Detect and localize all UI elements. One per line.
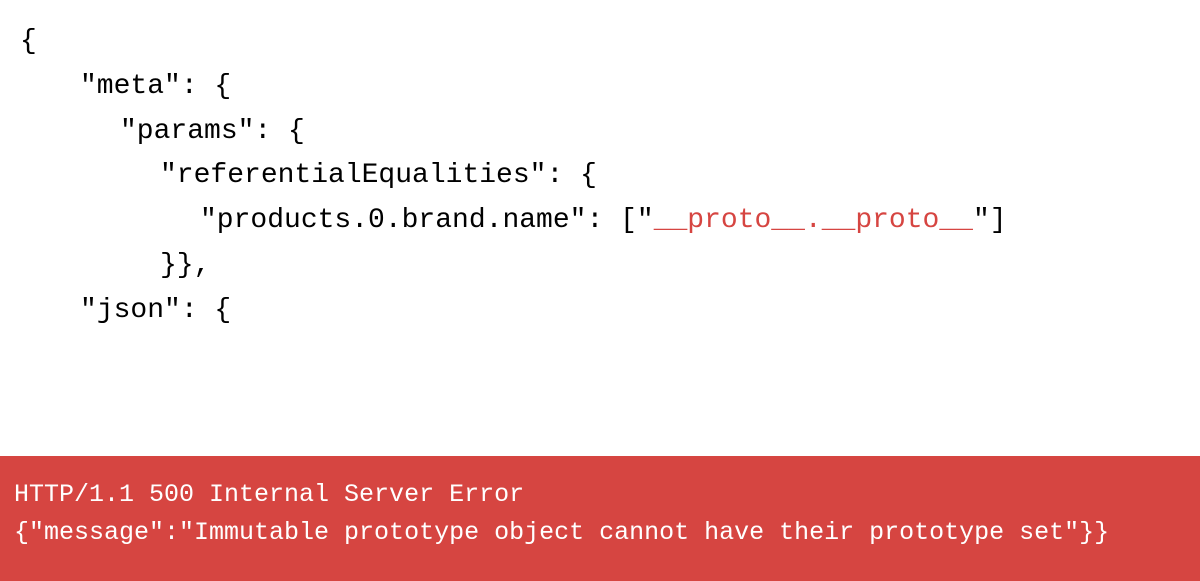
- code-line-5-prefix: "products.0.brand.name": [": [200, 205, 654, 236]
- http-error-panel: HTTP/1.1 500 Internal Server Error {"mes…: [0, 456, 1200, 581]
- code-line-7: "json": {: [80, 295, 231, 326]
- code-line-5-suffix: "]: [973, 205, 1007, 236]
- json-code-block: { "meta": { "params": { "referentialEqua…: [0, 0, 1200, 370]
- code-line-1: {: [20, 26, 37, 57]
- code-line-2: "meta": {: [80, 71, 231, 102]
- code-injected-payload: __proto__.__proto__: [654, 205, 973, 236]
- code-line-4: "referentialEqualities": {: [160, 160, 597, 191]
- code-line-6: }},: [160, 250, 210, 281]
- code-line-3: "params": {: [120, 116, 305, 147]
- http-error-body: {"message":"Immutable prototype object c…: [14, 518, 1109, 547]
- http-status-line: HTTP/1.1 500 Internal Server Error: [14, 480, 524, 509]
